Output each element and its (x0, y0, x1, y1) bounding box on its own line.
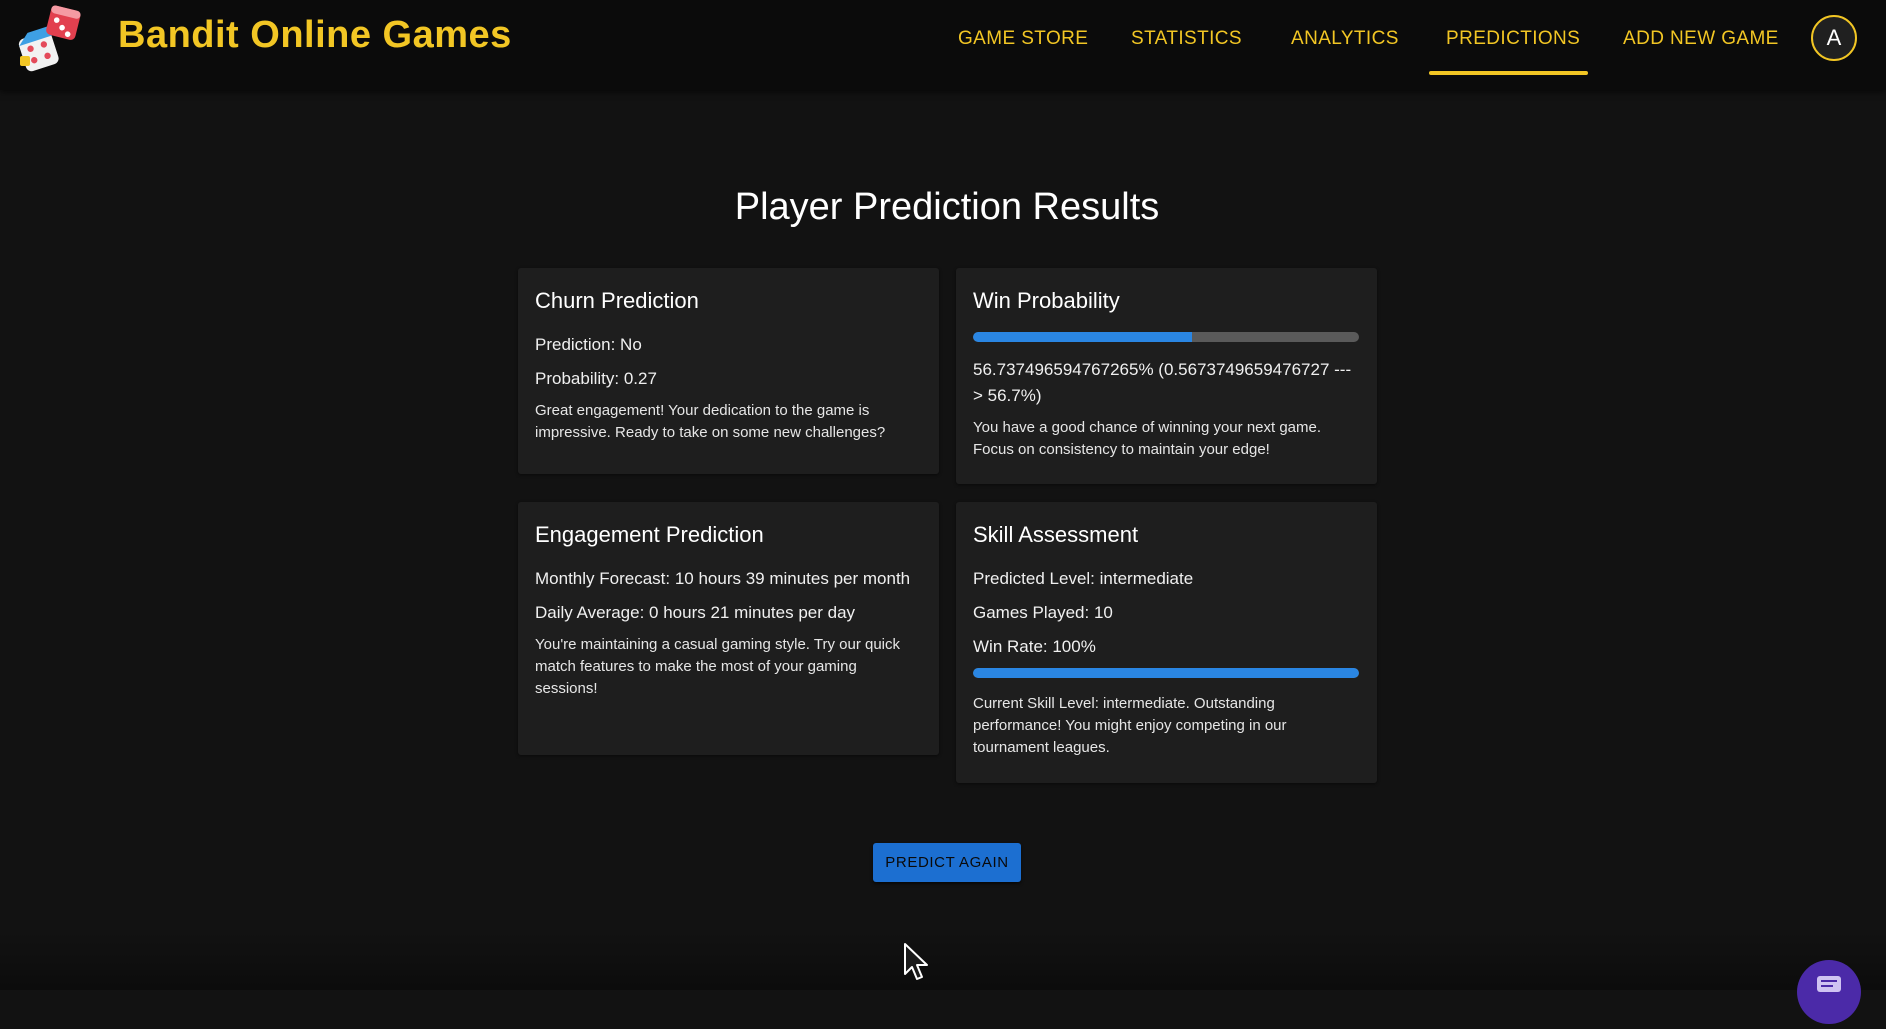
nav-predictions[interactable]: PREDICTIONS (1446, 28, 1580, 50)
brand-title[interactable]: Bandit Online Games (118, 14, 512, 57)
win-note: You have a good chance of winning your n… (973, 419, 1322, 458)
nav-add-new-game[interactable]: ADD NEW GAME (1623, 28, 1779, 50)
top-navigation-bar: Bandit Online Games GAME STORE STATISTIC… (0, 0, 1886, 90)
nav-statistics[interactable]: STATISTICS (1131, 28, 1242, 50)
active-tab-indicator (1429, 71, 1588, 75)
dice-logo-icon[interactable] (14, 2, 86, 78)
win-rate-value: Win Rate: 100% (973, 637, 1096, 656)
card-title: Skill Assessment (973, 522, 1139, 547)
skill-note: Current Skill Level: intermediate. Outst… (973, 695, 1287, 756)
churn-prediction-card: Churn Prediction Prediction: No Probabil… (518, 268, 939, 474)
games-played-value: Games Played: 10 (973, 603, 1113, 622)
engagement-note: You're maintaining a casual gaming style… (535, 636, 901, 697)
card-title: Win Probability (973, 288, 1120, 313)
card-title: Engagement Prediction (535, 522, 764, 547)
win-probability-bar-fill (973, 332, 1192, 342)
churn-probability-value: Probability: 0.27 (535, 369, 657, 388)
nav-game-store[interactable]: GAME STORE (958, 28, 1088, 50)
nav-analytics[interactable]: ANALYTICS (1291, 28, 1399, 50)
win-probability-card: Win Probability 56.737496594767265% (0.5… (956, 268, 1377, 484)
predicted-level-value: Predicted Level: intermediate (973, 569, 1194, 588)
churn-note: Great engagement! Your dedication to the… (535, 402, 886, 441)
page-title: Player Prediction Results (734, 186, 1160, 228)
win-probability-value: 56.737496594767265% (0.5673749659476727 … (973, 360, 1352, 405)
churn-prediction-value: Prediction: No (535, 335, 642, 354)
skill-assessment-card: Skill Assessment Predicted Level: interm… (956, 502, 1377, 783)
monthly-forecast-value: Monthly Forecast: 10 hours 39 minutes pe… (535, 569, 911, 588)
card-title: Churn Prediction (535, 288, 699, 313)
skill-progress-bar (973, 668, 1359, 678)
daily-average-value: Daily Average: 0 hours 21 minutes per da… (535, 603, 856, 622)
chat-icon (1817, 976, 1841, 992)
mouse-pointer-icon (904, 943, 928, 980)
engagement-prediction-card: Engagement Prediction Monthly Forecast: … (518, 502, 939, 755)
user-avatar[interactable]: A (1811, 15, 1857, 61)
predict-again-button[interactable]: PREDICT AGAIN (873, 843, 1021, 882)
win-probability-bar (973, 332, 1359, 342)
footer-shadow (0, 930, 1886, 990)
chat-button[interactable] (1797, 960, 1861, 1024)
skill-progress-bar-fill (973, 668, 1359, 678)
